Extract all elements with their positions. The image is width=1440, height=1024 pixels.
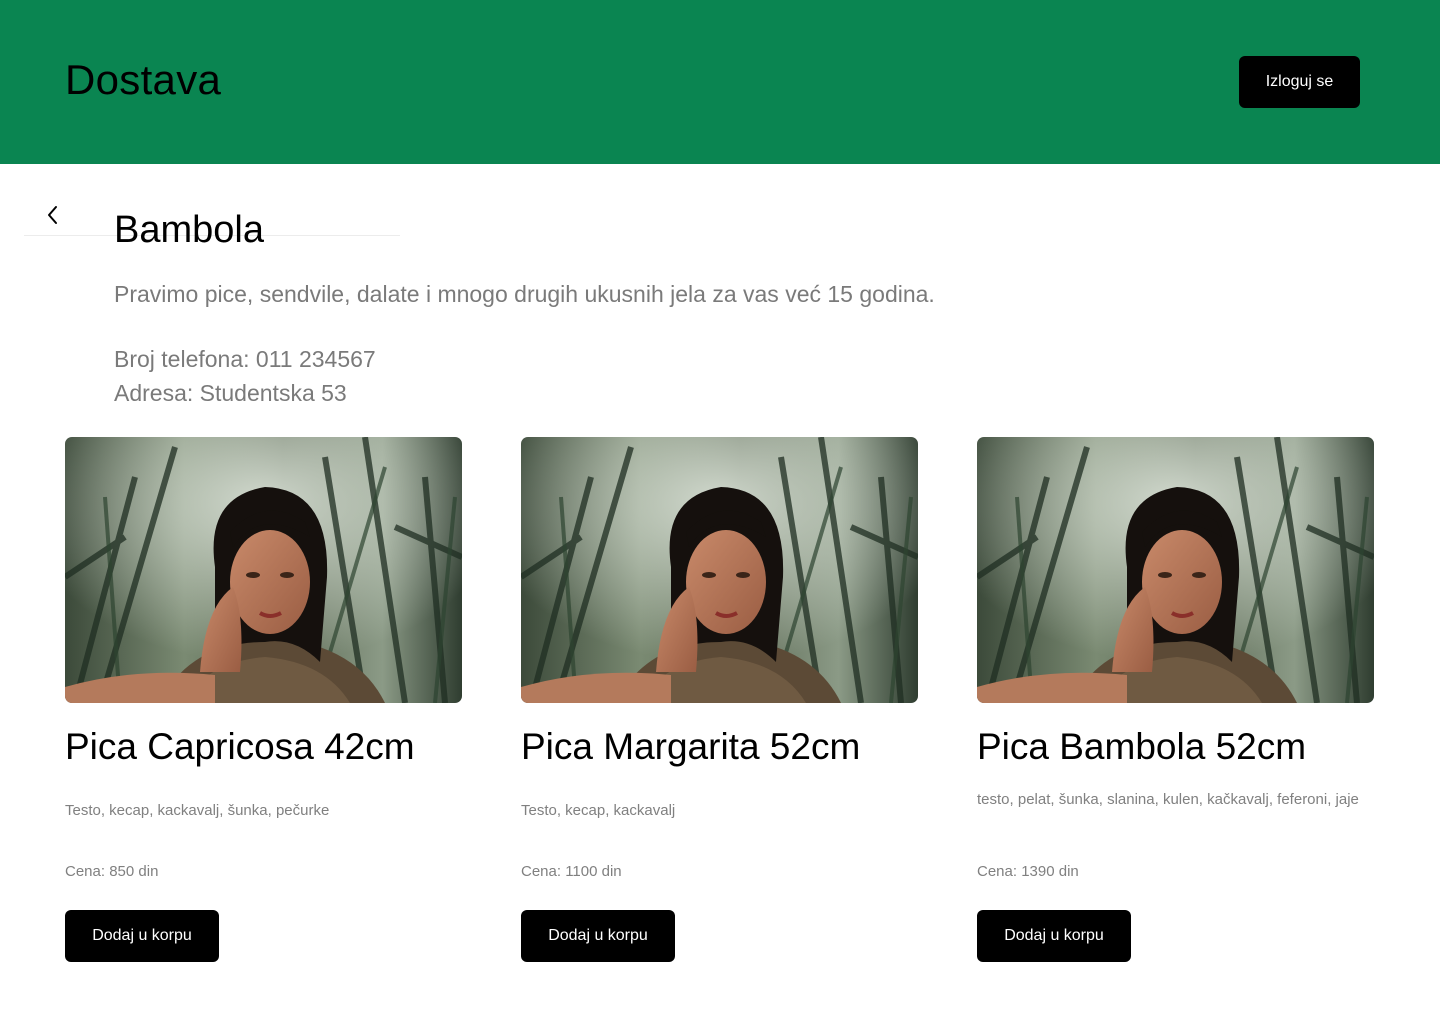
product-image[interactable] — [977, 437, 1374, 703]
product-price: Cena: 1390 din — [977, 863, 1079, 880]
product-ingredients: Testo, kecap, kackavalj — [521, 802, 676, 819]
back-button[interactable] — [40, 202, 64, 228]
product-name: Pica Capricosa 42cm — [65, 726, 415, 767]
product-price: Cena: 1100 din — [521, 863, 622, 880]
add-to-cart-button[interactable]: Dodaj u korpu — [977, 910, 1131, 962]
logout-button[interactable]: Izloguj se — [1239, 56, 1360, 108]
restaurant-description: Pravimo pice, sendvile, dalate i mnogo d… — [114, 281, 935, 307]
product-price: Cena: 850 din — [65, 863, 159, 880]
product-card: Pica Bambola 52cm testo, pelat, šunka, s… — [977, 437, 1374, 977]
product-image[interactable] — [65, 437, 462, 703]
add-to-cart-button[interactable]: Dodaj u korpu — [65, 910, 219, 962]
product-image[interactable] — [521, 437, 918, 703]
product-card: Pica Capricosa 42cm Testo, kecap, kackav… — [65, 437, 462, 977]
restaurant-address: Adresa: Studentska 53 — [114, 380, 347, 406]
product-name: Pica Margarita 52cm — [521, 726, 861, 767]
chevron-left-icon — [48, 206, 57, 224]
add-to-cart-button[interactable]: Dodaj u korpu — [521, 910, 675, 962]
product-ingredients: testo, pelat, šunka, slanina, kulen, kač… — [977, 791, 1359, 808]
product-ingredients: Testo, kecap, kackavalj, šunka, pečurke — [65, 802, 330, 819]
top-bar: Dostava Izloguj se — [0, 0, 1440, 164]
restaurant-name: Bambola — [114, 209, 264, 251]
restaurant-phone: Broj telefona: 011 234567 — [114, 346, 376, 372]
product-card: Pica Margarita 52cm Testo, kecap, kackav… — [521, 437, 918, 977]
brand-title: Dostava — [65, 56, 222, 103]
product-name: Pica Bambola 52cm — [977, 726, 1307, 767]
